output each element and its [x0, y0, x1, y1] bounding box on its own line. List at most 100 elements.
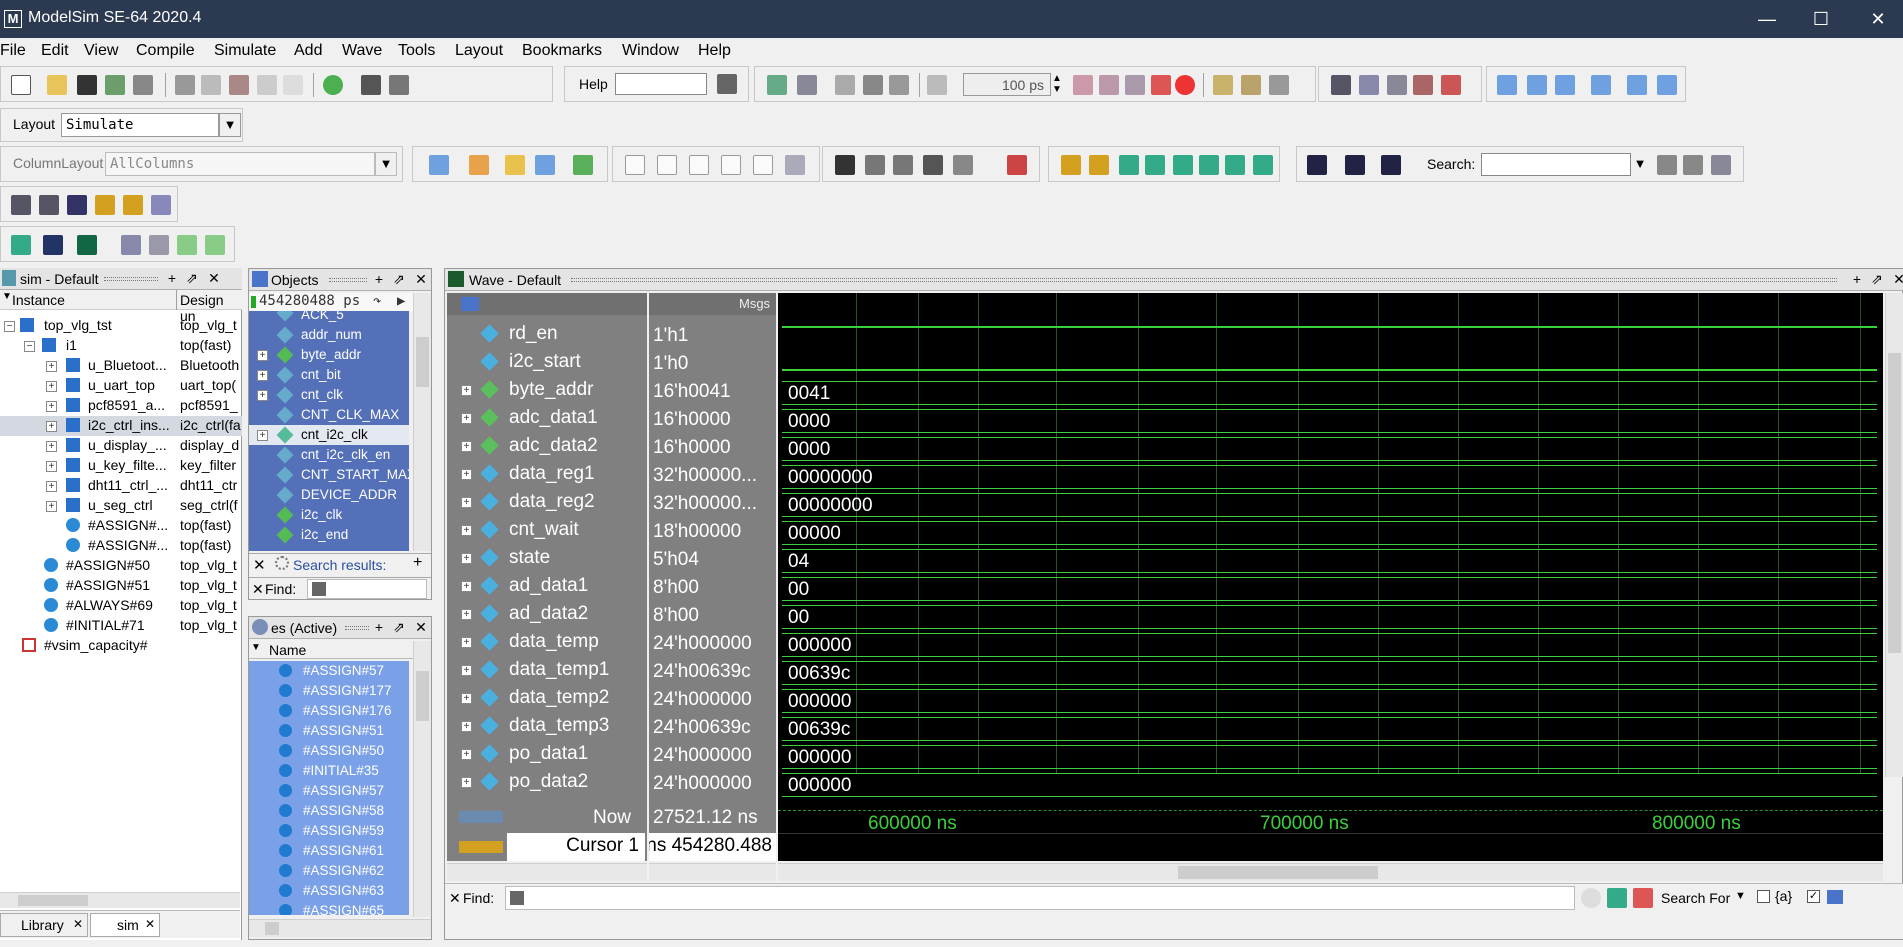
values-horizontal-scrollbar[interactable]	[649, 863, 776, 881]
tree-row[interactable]: + u_Bluetoot... Bluetooth	[0, 356, 242, 376]
dock-add-icon[interactable]: +	[1849, 271, 1865, 287]
forward-arrow-icon[interactable]	[889, 75, 909, 95]
zoom-last-icon[interactable]	[151, 195, 171, 215]
internal-filter-icon[interactable]	[721, 155, 741, 175]
list-item[interactable]: #ASSIGN#50	[249, 741, 409, 761]
tree-row[interactable]: #ALWAYS#69 top_vlg_t	[0, 596, 242, 616]
cut-icon[interactable]	[175, 75, 195, 95]
scrollbar-thumb[interactable]	[265, 922, 279, 935]
tree-row[interactable]: − top_vlg_tst top_vlg_t	[0, 316, 242, 336]
tree-row[interactable]: + u_seg_ctrl seg_ctrl(f	[0, 496, 242, 516]
close-icon[interactable]: ✕	[206, 270, 222, 286]
inout-filter-icon[interactable]	[689, 155, 709, 175]
list-item[interactable]: #ASSIGN#51	[249, 721, 409, 741]
print-icon[interactable]	[133, 75, 153, 95]
find-prev-icon[interactable]	[1581, 888, 1601, 908]
maximize-icon[interactable]: ☐	[1801, 6, 1841, 32]
list-item[interactable]: + byte_addr	[249, 345, 409, 365]
reload-icon[interactable]	[105, 75, 125, 95]
new-file-icon[interactable]	[11, 75, 31, 95]
clear-icon[interactable]	[1413, 75, 1433, 95]
menu-edit[interactable]: Edit	[41, 42, 69, 60]
filter-tools-icon[interactable]	[785, 155, 805, 175]
add-search-icon[interactable]: +	[413, 554, 422, 572]
tree-row[interactable]: + u_uart_top uart_top(	[0, 376, 242, 396]
layout-select[interactable]: Simulate	[61, 113, 219, 137]
list-item[interactable]: CNT_START_MAX	[249, 465, 409, 485]
output-filter-icon[interactable]	[657, 155, 677, 175]
tree-row[interactable]: + u_key_filte... key_filter	[0, 456, 242, 476]
list-item[interactable]: #ASSIGN#63	[249, 881, 409, 901]
undock-icon[interactable]: ⇗	[1869, 271, 1885, 287]
close-icon[interactable]: ✕	[145, 917, 155, 931]
menu-layout[interactable]: Layout	[455, 42, 503, 60]
copy-icon[interactable]	[201, 75, 221, 95]
close-icon[interactable]: ✕	[413, 619, 429, 635]
list-item[interactable]: #ASSIGN#177	[249, 681, 409, 701]
list-item[interactable]: ACK_5	[249, 311, 409, 325]
search-next-icon[interactable]	[1683, 155, 1703, 175]
minimize-icon[interactable]: —	[1747, 6, 1787, 32]
tree-row[interactable]: + pcf8591_a... pcf8591_	[0, 396, 242, 416]
menu-add[interactable]: Add	[294, 42, 322, 60]
paste-icon[interactable]	[229, 75, 249, 95]
next-edge-icon[interactable]	[1145, 155, 1165, 175]
chevron-down-icon[interactable]: ▼	[1631, 153, 1649, 176]
wave-signal-name[interactable]: + ad_data1	[447, 573, 647, 601]
falling-edge-icon[interactable]	[1199, 155, 1219, 175]
step-over-blue-icon[interactable]	[1527, 75, 1547, 95]
add-log-icon[interactable]	[505, 155, 525, 175]
scrollbar-thumb[interactable]	[416, 337, 429, 387]
close-icon[interactable]: ✕	[1891, 271, 1903, 287]
grid-icon[interactable]	[1387, 75, 1407, 95]
list-item[interactable]: #ASSIGN#59	[249, 821, 409, 841]
insert-cursor-icon[interactable]	[1061, 155, 1081, 175]
wave-find-input[interactable]	[505, 886, 1575, 910]
list-item[interactable]: #ASSIGN#61	[249, 841, 409, 861]
run-icon[interactable]	[1073, 75, 1093, 95]
last-edge-icon[interactable]	[1253, 155, 1273, 175]
delete-cursor-icon[interactable]	[1089, 155, 1109, 175]
list-item[interactable]: i2c_clk	[249, 505, 409, 525]
menu-simulate[interactable]: Simulate	[214, 42, 276, 60]
zoom-cursor-icon[interactable]	[95, 195, 115, 215]
tree-row[interactable]: + u_display_... display_d	[0, 436, 242, 456]
wave-analog-icon[interactable]	[77, 235, 97, 255]
processes-vertical-scrollbar[interactable]	[413, 641, 431, 917]
tab-library[interactable]: Library ✕	[0, 913, 88, 937]
match-case-icon[interactable]	[1827, 890, 1843, 904]
run-length-spinner-icon[interactable]: ▲ ▼	[1051, 73, 1063, 96]
menu-tools[interactable]: Tools	[398, 42, 435, 60]
add-icon[interactable]	[323, 75, 343, 95]
tree-row[interactable]: #ASSIGN#... top(fast)	[0, 536, 242, 556]
any-edge-icon[interactable]	[1225, 155, 1245, 175]
dock-add-icon[interactable]: +	[371, 619, 387, 635]
wave-signal-name[interactable]: + ad_data2	[447, 601, 647, 629]
wave-signal-name[interactable]: + po_data1	[447, 741, 647, 769]
up-step-icon[interactable]	[1497, 75, 1517, 95]
chevron-down-icon[interactable]: ▼	[219, 113, 241, 137]
memory-icon[interactable]	[1359, 75, 1379, 95]
wave-logic-icon[interactable]	[43, 235, 63, 255]
tree-row[interactable]: #ASSIGN#50 top_vlg_t	[0, 556, 242, 576]
finish-icon[interactable]	[1657, 75, 1677, 95]
tab-sim[interactable]: sim ✕	[90, 913, 160, 937]
menu-compile[interactable]: Compile	[136, 42, 195, 60]
collapse-icon[interactable]	[1345, 155, 1365, 175]
input-filter-icon[interactable]	[625, 155, 645, 175]
objects-vertical-scrollbar[interactable]	[413, 293, 431, 551]
wave-signal-name[interactable]: + adc_data2	[447, 433, 647, 461]
sim-horizontal-scrollbar[interactable]	[0, 892, 240, 908]
tree-row[interactable]: #vsim_capacity#	[0, 636, 242, 656]
scrollbar-thumb[interactable]	[1888, 353, 1901, 653]
list-item[interactable]: #ASSIGN#65	[249, 901, 409, 915]
undock-icon[interactable]: ⇗	[391, 619, 407, 635]
menu-window[interactable]: Window	[622, 42, 679, 60]
wave-dense-icon[interactable]	[121, 235, 141, 255]
help-search-input[interactable]	[615, 73, 707, 95]
wave-vertical-scrollbar[interactable]	[1885, 293, 1903, 777]
zoom-out-icon[interactable]	[39, 195, 59, 215]
wave-signal-name[interactable]: rd_en	[447, 321, 647, 349]
waveform-canvas[interactable]: 0041 0000 0000 00000000 00000000 00000 0…	[778, 293, 1883, 803]
cursor-mode-icon[interactable]	[923, 155, 943, 175]
